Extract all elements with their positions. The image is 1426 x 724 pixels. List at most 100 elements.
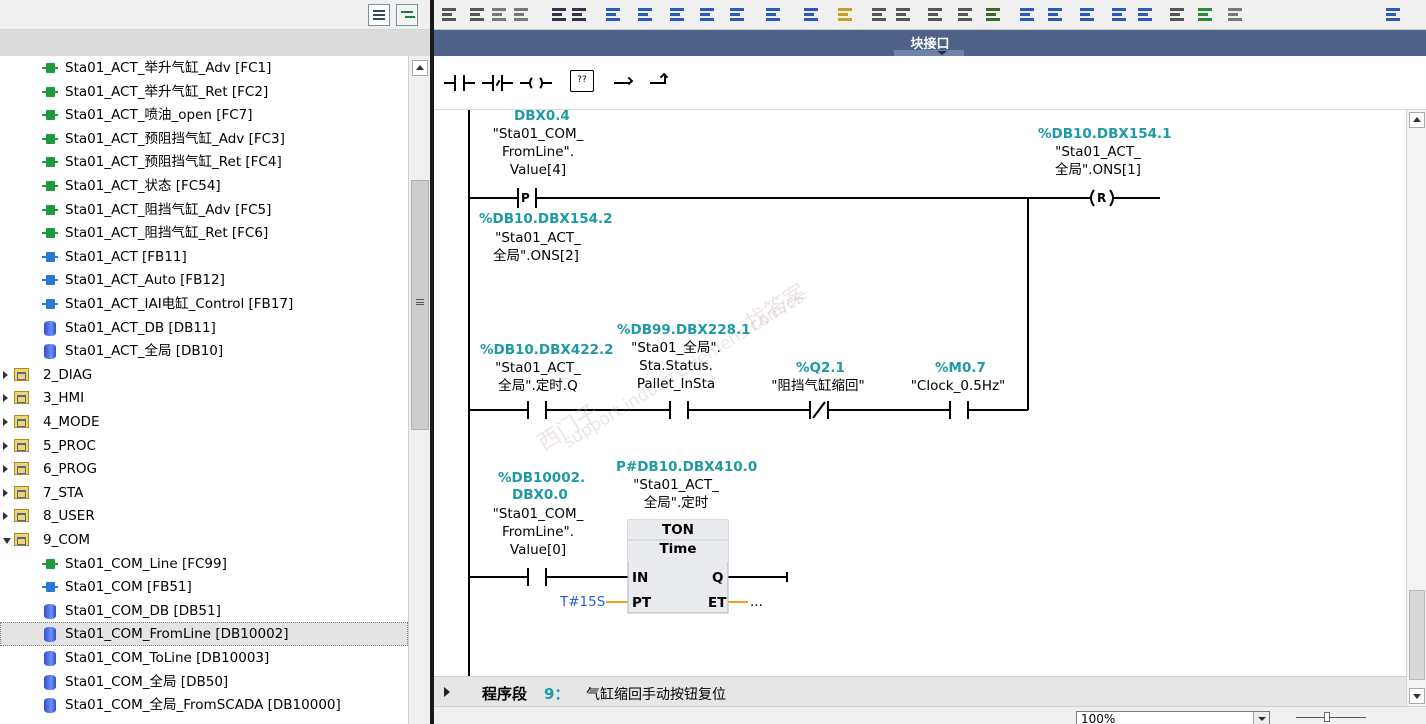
absolute-address-icon[interactable] [604,5,622,23]
tree-folder-item[interactable]: 9_COM [0,528,408,552]
go-to-icon[interactable] [1018,5,1036,23]
rung3-contact-address-1[interactable]: %DB10002. [498,470,585,487]
timer-pt-value[interactable]: T#15S [560,594,605,611]
tree-block-item[interactable]: Sta01_ACT_全局 [DB10] [0,339,408,363]
collapsed-arrow-icon[interactable] [3,418,8,426]
collapsed-arrow-icon[interactable] [3,512,8,520]
nc-contact-icon[interactable] [482,70,514,96]
timer-instance-symbol-1[interactable]: "Sta01_ACT_ [624,477,728,494]
rung3-contact-symbol-1[interactable]: "Sta01_COM_ [486,506,590,523]
rung1-coil-address[interactable]: %DB10.DBX154.1 [1038,126,1172,143]
close-branch-icon[interactable] [648,70,680,96]
indent-2-icon[interactable] [1078,5,1096,23]
rung2-c3-symbol[interactable]: "阻挡气缸缩回" [760,378,876,395]
scroll-up-arrow-icon[interactable] [412,60,428,76]
insert-network-icon[interactable] [440,5,458,23]
network-header[interactable]: 程序段 9： 气缸缩回手动按钮复位 [434,676,1406,706]
monitor-icon[interactable] [802,5,820,23]
tree-block-item[interactable]: Sta01_ACT_状态 [FC54] [0,174,408,198]
no-contact-icon[interactable] [444,70,476,96]
tree-block-item[interactable]: Sta01_ACT_IAI电缸_Control [FB17] [0,292,408,316]
collapsed-arrow-icon[interactable] [3,442,8,450]
forward-icon[interactable] [1136,5,1154,23]
timer-et-value[interactable]: ... [750,594,763,611]
insert-block-icon[interactable] [698,5,716,23]
assign-icon[interactable] [728,5,746,23]
expand-network-icon[interactable] [444,687,450,697]
tree-block-item[interactable]: Sta01_ACT_阻挡气缸_Ret [FC6] [0,221,408,245]
rung1-edge-symbol-2[interactable]: 全局".ONS[2] [476,248,596,265]
tree-block-item[interactable]: Sta01_ACT_举升气缸_Adv [FC1] [0,56,408,80]
expanded-arrow-icon[interactable] [3,538,11,544]
coil-icon[interactable] [520,70,552,96]
rung1-contact-symbol-2[interactable]: FromLine". [486,144,590,161]
export-icon[interactable] [396,4,418,26]
back-icon[interactable] [1110,5,1128,23]
zoom-slider[interactable] [1296,712,1366,722]
rung2-c1-symbol-2[interactable]: 全局".定时.Q [478,378,598,395]
tree-block-item[interactable]: Sta01_COM_DB [DB51] [0,599,408,623]
rung3-contact-symbol-3[interactable]: Value[0] [486,542,590,559]
settings-icon[interactable] [1226,5,1244,23]
zoom-slider-thumb[interactable] [1324,712,1330,722]
scroll-down-arrow-icon[interactable] [1409,688,1425,704]
project-tree-scrollbar[interactable] [408,56,430,724]
toggle-icon[interactable] [550,5,568,23]
tree-block-item[interactable]: Sta01_ACT [FB11] [0,245,408,269]
tree-block-item[interactable]: Sta01_COM_全局 [DB50] [0,670,408,694]
chevron-down-icon[interactable] [1253,712,1269,724]
window-icon[interactable] [1384,5,1402,23]
open-branch-icon[interactable] [612,70,644,96]
tree-block-item[interactable]: Sta01_COM [FB51] [0,575,408,599]
timer-instance-symbol-2[interactable]: 全局".定时 [624,495,728,512]
rung1-contact-symbol-1[interactable]: "Sta01_COM_ [486,126,590,143]
tree-block-item[interactable]: Sta01_ACT_举升气缸_Ret [FC2] [0,80,408,104]
tree-folder-item[interactable]: 8_USER [0,504,408,528]
scroll-thumb[interactable] [411,180,429,430]
tree-block-item[interactable]: Sta01_COM_ToLine [DB10003] [0,646,408,670]
rung2-c2-address[interactable]: %DB99.DBX228.1 [617,322,751,339]
timer-subtype[interactable]: Time [628,541,728,558]
rung1-coil-symbol-2[interactable]: 全局".ONS[1] [1038,162,1158,179]
tree-folder-item[interactable]: 5_PROC [0,434,408,458]
rung2-c2-symbol-3[interactable]: Pallet_InSta [624,376,728,393]
tree-block-item[interactable]: Sta01_COM_全局_FromSCADA [DB10000] [0,693,408,717]
tree-block-item[interactable]: Sta01_ACT_预阻挡气缸_Adv [FC3] [0,127,408,151]
scroll-thumb[interactable] [1409,590,1425,680]
canvas-scrollbar[interactable] [1406,110,1426,710]
monitor-on-icon[interactable] [1196,5,1214,23]
compare-icon[interactable] [926,5,944,23]
favorites-icon[interactable] [836,5,854,23]
call-2-icon[interactable] [894,5,912,23]
ladder-canvas[interactable]: 找答案 support.industry.siemens.com/cs 西门子 … [434,110,1406,676]
rung2-c2-symbol-1[interactable]: "Sta01_全局". [624,340,728,357]
insert-row-icon[interactable] [490,5,508,23]
scroll-up-arrow-icon[interactable] [1409,112,1425,128]
detail-view-icon[interactable] [368,4,390,26]
download-icon[interactable] [984,5,1002,23]
rung3-contact-address-2[interactable]: DBX0.0 [512,487,568,504]
collapsed-arrow-icon[interactable] [3,394,8,402]
rung2-c1-address[interactable]: %DB10.DBX422.2 [480,342,614,359]
collapsed-arrow-icon[interactable] [3,371,8,379]
collapsed-arrow-icon[interactable] [3,465,8,473]
compare-2-icon[interactable] [956,5,974,23]
zoom-select[interactable]: 100% [1076,711,1270,724]
collapsed-arrow-icon[interactable] [3,489,8,497]
tree-block-item[interactable]: Sta01_ACT_阻挡气缸_Adv [FC5] [0,198,408,222]
tree-folder-item[interactable]: 3_HMI [0,386,408,410]
network-comment[interactable]: 气缸缩回手动按钮复位 [586,684,726,704]
tree-folder-item[interactable]: 2_DIAG [0,363,408,387]
rung2-c1-symbol-1[interactable]: "Sta01_ACT_ [486,360,590,377]
align-left-icon[interactable] [570,5,588,23]
rung1-contact-address[interactable]: DBX0.4 [514,110,570,125]
delete-network-icon[interactable] [468,5,486,23]
rung1-edge-address[interactable]: %DB10.DBX154.2 [479,211,613,228]
rung2-c2-symbol-2[interactable]: Sta.Status. [624,358,728,375]
rung2-c4-symbol[interactable]: "Clock_0.5Hz" [902,378,1014,395]
tree-block-item[interactable]: Sta01_COM_Line [FC99] [0,552,408,576]
tree-folder-item[interactable]: 7_STA [0,481,408,505]
append-row-icon[interactable] [512,5,530,23]
rung1-contact-symbol-3[interactable]: Value[4] [486,162,590,179]
assign-2-icon[interactable] [764,5,782,23]
